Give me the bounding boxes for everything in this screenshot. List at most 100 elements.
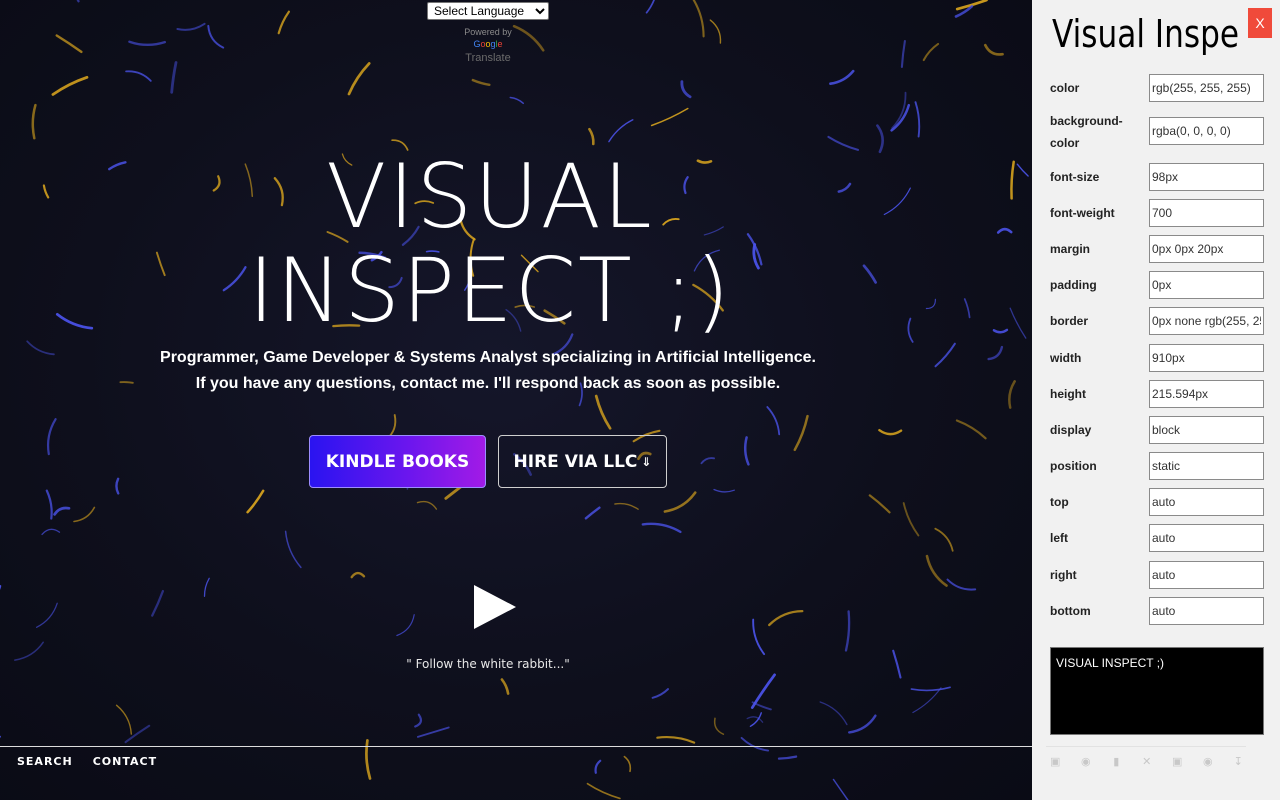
property-value-input[interactable] (1149, 117, 1264, 145)
particle-streak (1010, 160, 1015, 200)
close-panel-button[interactable]: X (1248, 8, 1272, 38)
particle-streak (176, 22, 206, 31)
particle-streak (594, 394, 612, 430)
particle-streak (963, 298, 971, 319)
particle-streak (902, 502, 920, 537)
github-icon[interactable]: ◉ (1071, 755, 1102, 768)
particle-streak (656, 736, 696, 744)
particle-streak (45, 489, 53, 520)
particle-streak (347, 62, 371, 96)
property-value-input[interactable] (1149, 307, 1264, 335)
particle-streak (925, 298, 937, 310)
particle-streak (31, 103, 37, 140)
particle-streak (692, 0, 705, 38)
particle-streak (277, 10, 290, 35)
property-row: right (1050, 561, 1264, 589)
particle-streak (1008, 380, 1016, 409)
particle-streak (914, 101, 921, 138)
property-label: padding (1050, 278, 1097, 292)
hero-title[interactable]: VISUAL INSPECT ;) (200, 150, 780, 338)
particle-streak (746, 716, 764, 723)
particle-streak (844, 610, 851, 652)
subtitle-line-2: If you have any questions, contact me. I… (195, 375, 781, 392)
google-translate-widget: Select Language Powered by Google Transl… (427, 2, 549, 64)
x-icon[interactable]: ✕ (1132, 755, 1163, 768)
youtube-icon[interactable]: ▮ (1101, 755, 1132, 768)
property-row: background-color (1050, 112, 1264, 150)
property-value-input[interactable] (1149, 163, 1264, 191)
footer-contact-link[interactable]: CONTACT (93, 755, 157, 768)
download-icon[interactable]: ↧ (1223, 755, 1254, 768)
eye-icon[interactable]: ◉ (1193, 755, 1224, 768)
property-label: top (1050, 495, 1069, 509)
property-value-input[interactable] (1149, 561, 1264, 589)
hero-subtitle: Programmer, Game Developer & Systems Ana… (90, 345, 886, 397)
particle-streak (876, 124, 884, 154)
property-row: height (1050, 380, 1264, 408)
particle-streak (743, 436, 750, 466)
language-select[interactable]: Select Language (427, 2, 549, 20)
particle-streak (396, 614, 415, 637)
property-row: top (1050, 488, 1264, 516)
hire-via-llc-button[interactable]: HIRE VIA LLC ⇓ (498, 435, 667, 488)
footer-search-link[interactable]: SEARCH (17, 755, 73, 768)
property-value-input[interactable] (1149, 74, 1264, 102)
kindle-books-button[interactable]: KINDLE BOOKS (309, 435, 486, 488)
particle-streak (848, 714, 877, 734)
particle-streak (125, 70, 152, 82)
property-value-input[interactable] (1149, 597, 1264, 625)
particle-streak (766, 406, 781, 436)
property-label: border (1050, 314, 1089, 328)
property-value-input[interactable] (1149, 380, 1264, 408)
particle-streak (868, 494, 891, 514)
kindle-books-label: KINDLE BOOKS (325, 451, 470, 472)
particle-streak (115, 704, 132, 735)
property-label: height (1050, 387, 1086, 401)
particle-streak (837, 182, 852, 193)
particle-streak (51, 75, 89, 96)
particle-streak (414, 713, 423, 728)
property-value-input[interactable] (1149, 488, 1264, 516)
property-row: font-weight (1050, 199, 1264, 227)
particle-background (0, 0, 1029, 800)
particle-streak (713, 717, 725, 735)
translate-link[interactable]: Translate (427, 52, 549, 64)
property-row: padding (1050, 271, 1264, 299)
particle-streak (934, 527, 954, 552)
particle-streak (925, 554, 948, 587)
property-row: margin (1050, 235, 1264, 263)
particle-streak (41, 528, 61, 536)
double-chevron-down-icon: ⇓ (641, 454, 652, 469)
particle-streak (912, 687, 942, 714)
property-row: font-size (1050, 163, 1264, 191)
particle-streak (934, 342, 956, 368)
property-value-input[interactable] (1149, 524, 1264, 552)
linkedin-icon[interactable]: ▣ (1040, 755, 1071, 768)
particle-streak (793, 414, 809, 452)
property-value-input[interactable] (1149, 235, 1264, 263)
instagram-icon[interactable]: ▣ (1162, 755, 1193, 768)
particle-streak (608, 119, 634, 143)
property-value-input[interactable] (1149, 271, 1264, 299)
property-value-input[interactable] (1149, 199, 1264, 227)
particle-streak (650, 107, 689, 127)
footer-nav: SEARCH CONTACT (17, 755, 157, 768)
footer-divider (0, 746, 1032, 747)
property-value-input[interactable] (1149, 416, 1264, 444)
particle-streak (651, 688, 669, 699)
particle-streak (768, 609, 804, 627)
play-icon[interactable] (474, 585, 516, 629)
particle-streak (128, 40, 166, 47)
particle-streak (900, 39, 906, 68)
particle-streak (115, 477, 120, 495)
property-value-input[interactable] (1149, 344, 1264, 372)
particle-streak (614, 502, 639, 510)
panel-divider (1046, 746, 1246, 747)
property-label: right (1050, 568, 1077, 582)
particle-streak (878, 429, 903, 436)
preview-box[interactable]: VISUAL INSPECT ;) (1050, 647, 1264, 735)
particle-streak (42, 184, 50, 199)
particle-streak (700, 457, 715, 465)
rabbit-caption: " Follow the white rabbit..." (406, 657, 570, 671)
property-value-input[interactable] (1149, 452, 1264, 480)
